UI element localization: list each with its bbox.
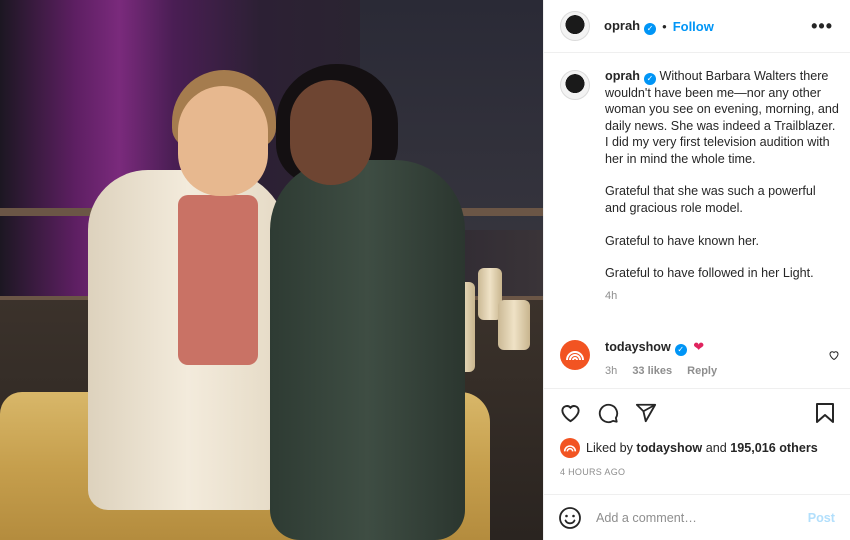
commenter-avatar[interactable] — [560, 340, 590, 370]
follow-button[interactable]: Follow — [673, 19, 714, 34]
post-timestamp[interactable]: 4 HOURS AGO — [560, 467, 625, 477]
caption-author-avatar[interactable] — [560, 70, 590, 100]
comment-icon[interactable] — [596, 401, 620, 425]
caption-timestamp[interactable]: 4h — [605, 288, 840, 304]
photo-person-right-face — [290, 80, 372, 185]
post-caption: oprah ✓ Without Barbara Walters there wou… — [560, 68, 840, 305]
author-username[interactable]: oprah ✓ — [604, 18, 657, 35]
verified-badge-icon: ✓ — [644, 22, 657, 35]
likes-summary: Liked by todayshow and 195,016 others — [560, 438, 818, 458]
likes-count[interactable]: 195,016 others — [730, 441, 818, 455]
verified-badge-icon: ✓ — [643, 73, 656, 85]
bookmark-icon[interactable] — [813, 401, 837, 425]
photo-person-left-top — [178, 195, 258, 365]
verified-badge-icon: ✓ — [674, 344, 687, 356]
author-avatar[interactable] — [560, 11, 590, 41]
photo-person-right — [270, 160, 465, 540]
rainbow-logo-icon — [566, 351, 584, 361]
comment-input[interactable] — [596, 510, 796, 525]
caption-paragraph: Grateful to have known her. — [605, 233, 760, 248]
likes-prefix: Liked by — [586, 441, 633, 455]
post-side-panel: oprah ✓ • Follow ••• oprah ✓ Without Barba… — [543, 0, 850, 540]
comment-timestamp[interactable]: 3h — [605, 365, 617, 377]
more-options-icon[interactable]: ••• — [811, 16, 833, 37]
caption-paragraph: Without Barbara Walters there wouldn't h… — [605, 69, 839, 166]
post-photo[interactable] — [0, 0, 543, 540]
post-comment-button[interactable]: Post — [808, 511, 835, 525]
caption-paragraph: Grateful to have followed in her Light. — [605, 266, 814, 281]
heart-icon[interactable] — [558, 401, 582, 425]
comment-like-heart-icon[interactable] — [828, 348, 840, 366]
liker-username[interactable]: todayshow — [636, 441, 702, 455]
photo-candle — [498, 300, 530, 350]
caption-paragraph: Grateful that she was such a powerful an… — [605, 184, 816, 215]
share-icon[interactable] — [634, 401, 658, 425]
red-heart-emoji: ❤ — [693, 339, 705, 354]
liker-avatar[interactable] — [560, 438, 580, 458]
add-comment-bar: Post — [544, 494, 850, 540]
likes-and: and — [705, 441, 727, 455]
reply-button[interactable]: Reply — [687, 365, 717, 377]
caption-username[interactable]: oprah ✓ — [605, 69, 656, 85]
commenter-username[interactable]: todayshow ✓ — [605, 340, 687, 356]
separator-dot: • — [662, 18, 667, 34]
photo-person-left-face — [178, 86, 268, 196]
post-header: oprah ✓ • Follow ••• — [544, 0, 850, 53]
emoji-icon[interactable] — [558, 506, 582, 530]
comment-item: todayshow ✓ ❤ 3h 33 likes Reply — [560, 338, 850, 380]
post-action-bar — [544, 388, 850, 436]
rainbow-logo-icon — [563, 445, 577, 452]
comment-likes-count[interactable]: 33 likes — [632, 365, 672, 377]
